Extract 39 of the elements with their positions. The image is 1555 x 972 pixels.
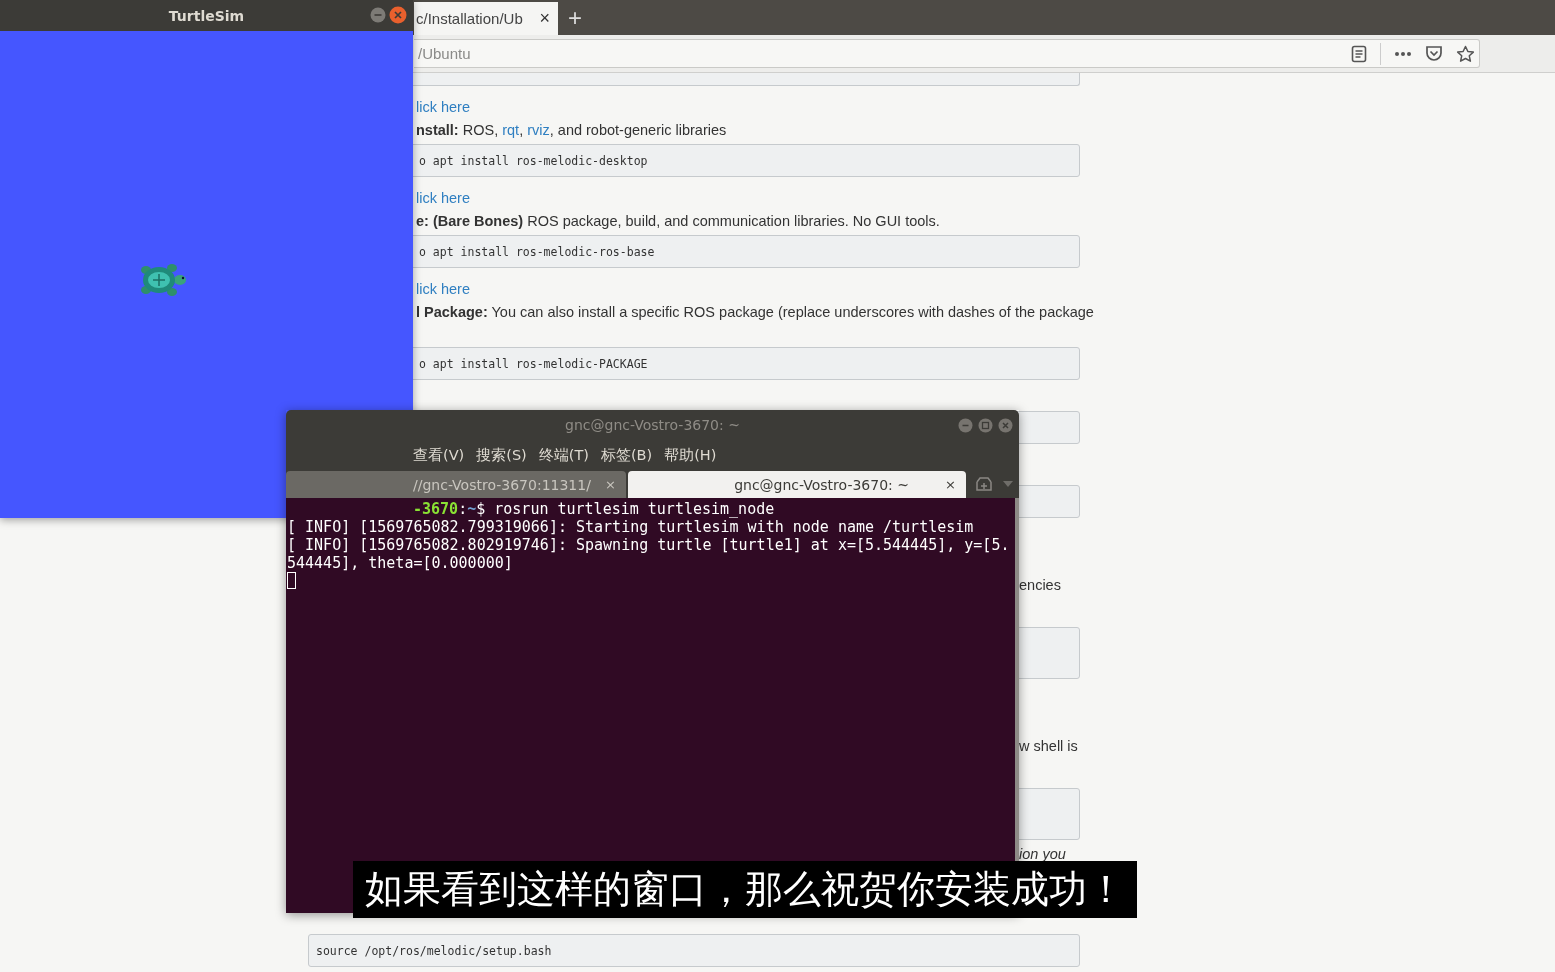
click-here-link[interactable]: lick here — [416, 187, 470, 210]
body-text: e: (Bare Bones) ROS package, build, and communication libraries. No GUI tools. — [416, 212, 940, 231]
maximize-icon[interactable] — [978, 418, 993, 433]
bookmark-star-icon[interactable] — [1456, 44, 1475, 63]
output-line: 544445], theta=[0.000000] — [286, 554, 514, 572]
more-icon[interactable] — [1394, 50, 1412, 57]
close-tab-button[interactable]: × — [945, 477, 956, 492]
new-tab-icon[interactable] — [975, 476, 993, 492]
close-icon[interactable] — [998, 418, 1013, 433]
command-line: -3670:~$ rosrun turtlesim turtlesim_node — [412, 500, 776, 518]
browser-tab[interactable]: c/Installation/Ub × — [414, 2, 558, 35]
new-tab-button[interactable]: + — [568, 5, 582, 30]
body-text: encies — [1019, 576, 1061, 595]
menu-item[interactable]: 标签(B) — [600, 445, 653, 465]
note-text: ion you — [1019, 846, 1066, 862]
output-line: [ INFO] [1569765082.802919746]: Spawning turtle [turtle1] at x=[5.544445], y=[5. — [286, 536, 1011, 554]
minimize-icon[interactable] — [370, 7, 386, 23]
minimize-icon[interactable] — [958, 418, 973, 433]
terminal-tab[interactable]: gnc@gnc-Vostro-3670: ~ × — [628, 471, 966, 498]
text-cursor — [287, 572, 296, 589]
video-subtitle: 如果看到这样的窗口，那么祝贺你安装成功！ — [353, 861, 1137, 918]
body-text: nstall: ROS, rqt, rviz, and robot-generic libraries — [416, 121, 727, 140]
body-text: l Package: You can also install a specific ROS package (replace underscores with dashes of the package — [416, 303, 1094, 322]
menu-item[interactable]: 帮助(H) — [664, 445, 717, 465]
close-tab-button[interactable]: × — [539, 8, 550, 29]
click-here-link[interactable]: lick here — [416, 278, 470, 301]
code-block: source /opt/ros/melodic/setup.bash — [308, 934, 1080, 967]
reader-view-icon[interactable] — [1351, 44, 1367, 63]
menu-item[interactable]: 查看(V) — [413, 445, 465, 465]
window-title: gnc@gnc-Vostro-3670: ~ — [565, 417, 740, 433]
window-title: TurtleSim — [168, 7, 245, 24]
menu-item[interactable]: 搜索(S) — [476, 445, 527, 465]
caret-icon[interactable] — [1003, 481, 1013, 487]
body-text: w shell is — [1019, 737, 1078, 756]
output-line: [ INFO] [1569765082.799319066]: Starting turtlesim with node name /turtlesim — [286, 518, 975, 536]
click-here-link[interactable]: lick here — [416, 96, 470, 119]
text-link[interactable]: rviz — [527, 122, 550, 138]
menu-item[interactable]: 终端(T) — [538, 445, 589, 465]
close-icon[interactable] — [389, 6, 407, 24]
